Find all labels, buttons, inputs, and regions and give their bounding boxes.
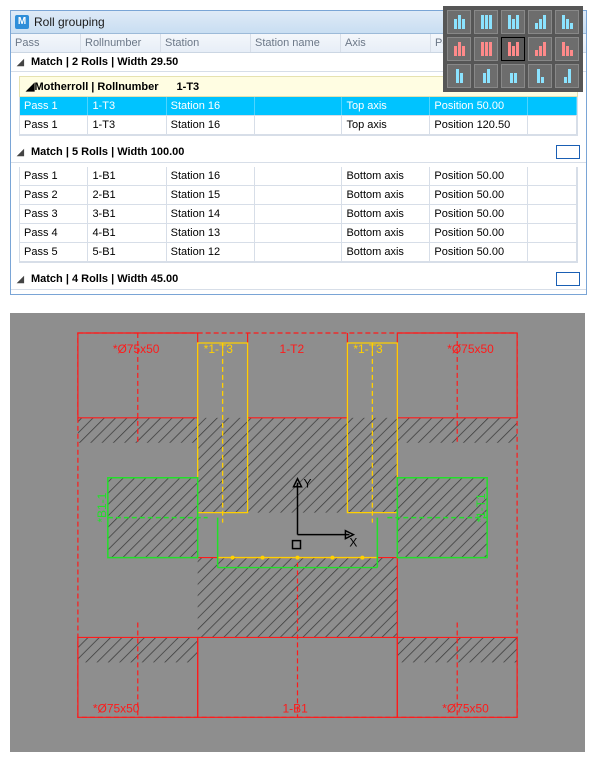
roll-grouping-window: M Roll grouping Pass Rollnumber xyxy=(10,10,587,295)
svg-text:1-T2: 1-T2 xyxy=(280,342,305,356)
layout-btn-15[interactable] xyxy=(555,64,579,88)
layout-btn-6[interactable] xyxy=(447,37,471,61)
roll-profile-drawing: *Ø75x50 *Ø75x50 *1-T3 *1-T3 1-T2 1-B1 *Ø… xyxy=(18,323,577,742)
table-row[interactable]: Pass 2 2-B1 Station 15 Bottom axis Posit… xyxy=(20,186,577,205)
group-2-rows: Pass 1 1-B1 Station 16 Bottom axis Posit… xyxy=(19,167,578,263)
svg-text:*1-T3: *1-T3 xyxy=(204,342,234,356)
cad-viewport[interactable]: *Ø75x50 *Ø75x50 *1-T3 *1-T3 1-T2 1-B1 *Ø… xyxy=(10,313,585,752)
layout-btn-2[interactable] xyxy=(474,10,498,34)
col-header-axis[interactable]: Axis xyxy=(341,34,431,52)
col-header-pass[interactable]: Pass xyxy=(11,34,81,52)
svg-text:*Ø75x50: *Ø75x50 xyxy=(113,342,160,356)
table-row[interactable]: Pass 1 1-B1 Station 16 Bottom axis Posit… xyxy=(20,167,577,186)
table-row[interactable]: Pass 3 3-B1 Station 14 Bottom axis Posit… xyxy=(20,205,577,224)
app-icon: M xyxy=(15,15,29,29)
layout-btn-4[interactable] xyxy=(528,10,552,34)
table-row[interactable]: Pass 5 5-B1 Station 12 Bottom axis Posit… xyxy=(20,243,577,262)
layout-btn-3[interactable] xyxy=(501,10,525,34)
layout-btn-13[interactable] xyxy=(501,64,525,88)
svg-text:*1-T1: *1-T1 xyxy=(474,493,488,523)
svg-text:*Ø75x50: *Ø75x50 xyxy=(93,701,140,715)
group-1-title: Match | 2 Rolls | Width 29.50 xyxy=(31,56,178,68)
svg-text:*Ø75x50: *Ø75x50 xyxy=(447,342,494,356)
group-2-header[interactable]: ◢ Match | 5 Rolls | Width 100.00 xyxy=(11,142,586,163)
layout-btn-5[interactable] xyxy=(555,10,579,34)
group-2-title: Match | 5 Rolls | Width 100.00 xyxy=(31,146,184,158)
col-header-rollnumber[interactable]: Rollnumber xyxy=(81,34,161,52)
table-row[interactable]: Pass 4 4-B1 Station 13 Bottom axis Posit… xyxy=(20,224,577,243)
expand-icon: ◢ xyxy=(17,147,24,157)
col-header-station[interactable]: Station xyxy=(161,34,251,52)
svg-text:Y: Y xyxy=(303,477,311,491)
table-row[interactable]: Pass 1 1-T3 Station 16 Top axis Position… xyxy=(20,116,577,135)
layout-btn-14[interactable] xyxy=(528,64,552,88)
table-row[interactable]: Pass 1 1-T3 Station 16 Top axis Position… xyxy=(20,97,577,116)
motherroll-value: 1-T3 xyxy=(177,81,200,93)
expand-icon: ◢ xyxy=(26,80,34,93)
group-3-header[interactable]: ◢ Match | 4 Rolls | Width 45.00 xyxy=(11,269,586,290)
layout-btn-10[interactable] xyxy=(555,37,579,61)
layout-btn-7[interactable] xyxy=(474,37,498,61)
motherroll-label: Motherroll | Rollnumber xyxy=(34,81,158,93)
layout-btn-12[interactable] xyxy=(474,64,498,88)
color-swatch[interactable] xyxy=(556,145,580,159)
color-swatch[interactable] xyxy=(556,272,580,286)
layout-btn-11[interactable] xyxy=(447,64,471,88)
group-1-rows: Pass 1 1-T3 Station 16 Top axis Position… xyxy=(19,97,578,136)
expand-icon: ◢ xyxy=(17,57,24,67)
col-header-station-name[interactable]: Station name xyxy=(251,34,341,52)
window-title: Roll grouping xyxy=(34,15,105,29)
svg-text:X: X xyxy=(349,536,357,550)
group-3-title: Match | 4 Rolls | Width 45.00 xyxy=(31,273,178,285)
layout-btn-8-selected[interactable] xyxy=(501,37,525,61)
svg-text:*Ø75x50: *Ø75x50 xyxy=(442,701,489,715)
layout-btn-1[interactable] xyxy=(447,10,471,34)
svg-text:*1-T3: *1-T3 xyxy=(353,342,383,356)
expand-icon: ◢ xyxy=(17,274,24,284)
layout-toolbar xyxy=(443,6,583,92)
svg-text:*B1-1: *B1-1 xyxy=(95,492,109,522)
svg-text:1-B1: 1-B1 xyxy=(283,701,309,715)
layout-btn-9[interactable] xyxy=(528,37,552,61)
